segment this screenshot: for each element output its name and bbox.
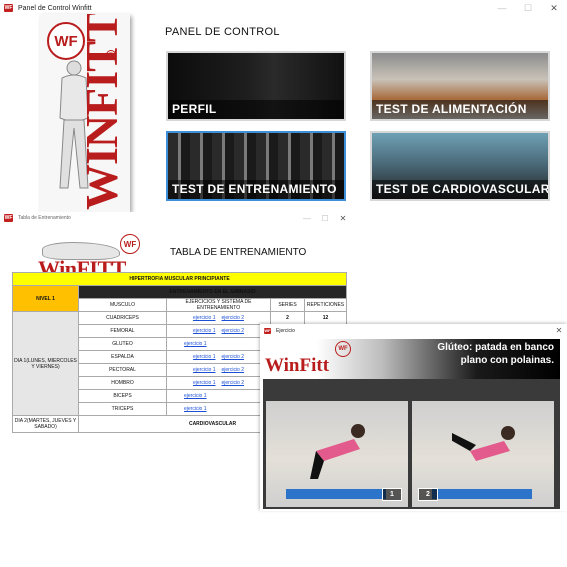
column-header: EJERCICIOS Y SISTEMA DE ENTRENAMIENTO	[166, 298, 271, 312]
table-banner: HIPERTROFIA MUSCULAR PRINCIPIANTE	[11, 272, 348, 286]
muscle-cell: BICEPS	[78, 389, 167, 403]
muscle-cell: FEMORAL	[78, 324, 167, 338]
column-header: SERIES	[270, 298, 305, 312]
muscle-cell: TRICEPS	[78, 402, 167, 416]
window-title: Tabla de Entrenamiento	[18, 215, 71, 221]
exercise-link[interactable]: ejercicio 2	[222, 380, 245, 386]
minimize-button[interactable]: —	[298, 212, 316, 224]
exercise-step-photo: 1	[266, 401, 408, 507]
exercise-link[interactable]: ejercicio 1	[184, 393, 207, 399]
muscle-cell: PECTORAL	[78, 363, 167, 377]
table-row: DIA 1(LUNES, MIERCOLES Y VIERNES) CUADRI…	[12, 311, 348, 416]
level-cell: NIVEL 1	[12, 285, 79, 312]
window-title: Ejercicio	[276, 327, 295, 334]
close-button[interactable]: ✕	[334, 212, 352, 224]
column-header: MUSCULO	[78, 298, 167, 312]
exercise-link[interactable]: ejercicio 2	[222, 328, 245, 334]
table-row: HIPERTROFIA MUSCULAR PRINCIPIANTE	[11, 272, 348, 286]
page-title: TABLA DE ENTRENAMIENTO	[170, 247, 307, 258]
maximize-button[interactable]: ☐	[515, 0, 541, 16]
exercise-link[interactable]: ejercicio 1	[193, 354, 216, 360]
muscle-cell: CUADRICEPS	[78, 311, 167, 325]
exercise-link[interactable]: ejercicio 2	[222, 354, 245, 360]
ejercicio-titlebar[interactable]: WF Ejercicio ✕	[260, 324, 567, 337]
panel-de-control-window: WF Panel de Control Winfitt — ☐ ✕ WF R W…	[0, 0, 567, 215]
tile-test-alimentacion[interactable]: TEST DE ALIMENTACIÓN	[370, 51, 550, 121]
wf-logo-badge: WF	[335, 341, 351, 357]
tabla-titlebar[interactable]: WF Tabla de Entrenamiento — ☐ ✕	[0, 212, 352, 224]
series-cell: 2	[270, 311, 305, 325]
day-cell: DIA 1(LUNES, MIERCOLES Y VIERNES)	[12, 311, 79, 416]
exercise-link[interactable]: ejercicio 1	[193, 367, 216, 373]
winfitt-vertical-wordmark: WINFITT	[76, 14, 127, 210]
exercise-link[interactable]: ejercicio 2	[222, 367, 245, 373]
page-title: PANEL DE CONTROL	[165, 26, 280, 38]
tile-label: TEST DE CARDIOVASCULAR	[372, 180, 548, 199]
minimize-button[interactable]: —	[489, 0, 515, 16]
maximize-button[interactable]: ☐	[316, 212, 334, 224]
exercise-link[interactable]: ejercicio 1	[193, 315, 216, 321]
muscle-cell: GLUTEO	[78, 337, 167, 351]
tile-label: TEST DE ALIMENTACIÓN	[372, 100, 548, 119]
person-figure-icon	[310, 424, 365, 479]
day-cell: DIA 2(MARTES, JUEVES Y SABADO)	[12, 415, 79, 433]
tile-label: PERFIL	[168, 100, 344, 119]
step-number: 2	[418, 488, 438, 501]
close-button[interactable]: ✕	[551, 324, 567, 337]
table-row: NIVEL 1 ENTRENAMIENTO EN EL GIMNASIO	[12, 285, 348, 312]
app-icon: WF	[4, 214, 13, 222]
gym-header: ENTRENAMIENTO EN EL GIMNASIO	[77, 285, 348, 299]
bench	[432, 489, 532, 499]
exercise-step-photo: 2	[412, 401, 554, 507]
muscle-cell: ESPALDA	[78, 350, 167, 364]
exercise-link[interactable]: ejercicio 1	[184, 406, 207, 412]
person-figure-icon	[452, 426, 515, 461]
column-header: REPETICIONES	[303, 298, 348, 312]
exercise-link[interactable]: ejercicio 2	[222, 315, 245, 321]
bench	[286, 489, 386, 499]
tile-test-entrenamiento[interactable]: TEST DE ENTRENAMIENTO	[166, 131, 346, 201]
exercise-link[interactable]: ejercicio 1	[193, 380, 216, 386]
brand-panel: WF R WINFITT	[40, 14, 130, 212]
wf-logo-badge: WF	[120, 234, 140, 254]
app-icon: WF	[4, 4, 13, 12]
tile-label: TEST DE ENTRENAMIENTO	[168, 180, 344, 199]
window-title: Panel de Control Winfitt	[18, 4, 92, 12]
ejercicio-window: WF Ejercicio ✕ WinFitt WF Glúteo: patada…	[260, 324, 567, 511]
exercise-title: Glúteo: patada en banco plano con polain…	[437, 342, 554, 366]
tile-test-cardiovascular[interactable]: TEST DE CARDIOVASCULAR	[370, 131, 550, 201]
tile-perfil[interactable]: PERFIL	[166, 51, 346, 121]
exercise-images: 1 2	[263, 379, 560, 509]
step-number: 1	[382, 488, 402, 501]
reps-cell: 12	[303, 311, 348, 325]
exercise-header: WinFitt WF Glúteo: patada en banco plano…	[263, 339, 560, 379]
muscle-cell: HOMBRO	[78, 376, 167, 390]
app-icon: WF	[264, 327, 271, 334]
exercise-link[interactable]: ejercicio 1	[193, 328, 216, 334]
close-button[interactable]: ✕	[541, 0, 567, 16]
winfitt-logo: WinFitt WF	[263, 341, 353, 377]
logo-wordmark: WinFitt	[265, 355, 330, 376]
exercise-link[interactable]: ejercicio 1	[184, 341, 207, 347]
